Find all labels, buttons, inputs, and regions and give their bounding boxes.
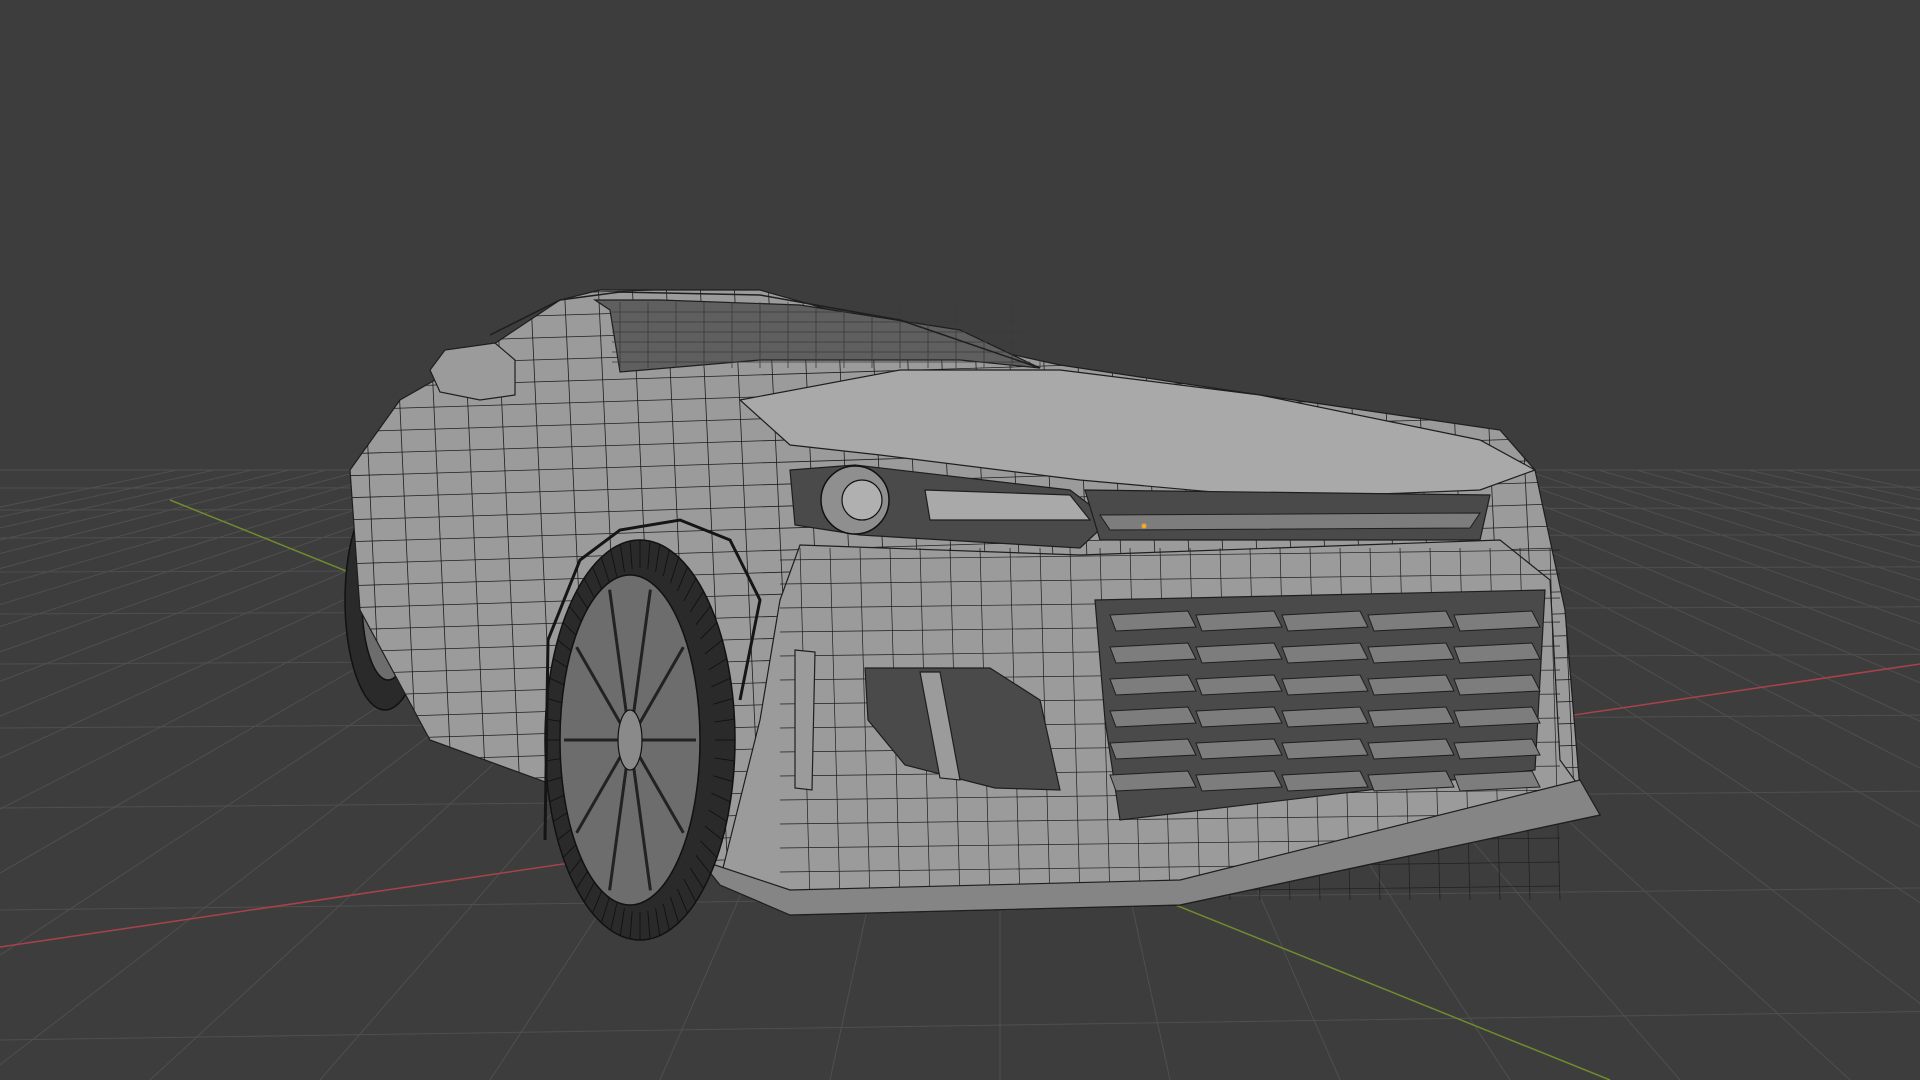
grille-fin (1281, 674, 1369, 696)
grille-fin (1195, 706, 1283, 728)
lower-grille[interactable] (1094, 589, 1546, 821)
selected-vertex (1141, 523, 1147, 529)
drl-strip (924, 489, 1092, 521)
grid-line (1747, 469, 1920, 511)
grid-line (1822, 469, 1920, 491)
side-mirror[interactable] (429, 342, 516, 401)
grid-line (1598, 469, 1920, 563)
grid-line (0, 469, 215, 518)
grille-fin (1109, 770, 1197, 792)
mesh-edge (350, 290, 1600, 323)
grille-fin (1281, 770, 1369, 792)
grid-line (1635, 469, 1920, 548)
headlight-lens-inner (841, 479, 883, 521)
grid-line (1785, 469, 1920, 500)
grille-fin (1195, 770, 1283, 792)
grille-fin (1453, 610, 1541, 632)
grille-fin (1281, 706, 1369, 728)
grille-fin (1195, 610, 1283, 632)
3d-viewport[interactable] (0, 0, 1920, 1080)
grid-line (0, 469, 402, 586)
upper-grille-slat (1099, 512, 1481, 531)
grille-fin (1367, 738, 1455, 760)
grille-fin (1367, 642, 1455, 664)
grille-fin (1367, 770, 1455, 792)
fog-light-slot (794, 649, 816, 791)
grid-line (1710, 469, 1920, 522)
wheel-hub (617, 709, 643, 771)
car-model-mesh[interactable] (340, 260, 1620, 941)
grille-fin (1367, 674, 1455, 696)
grille-fin (1367, 706, 1455, 728)
viewport-scene[interactable] (0, 0, 1920, 1080)
grid-line (0, 1011, 1920, 1041)
mesh-edge (1583, 290, 1600, 915)
grille-fin (1109, 610, 1197, 632)
grid-line (0, 469, 365, 570)
grid-line (1673, 469, 1920, 534)
grille-fin (1453, 706, 1541, 728)
grid-line (0, 469, 290, 541)
grille-fin (1281, 738, 1369, 760)
grille-fin (1453, 642, 1541, 664)
grille-fin (1195, 642, 1283, 664)
grille-fin (1367, 610, 1455, 632)
grid-line (0, 469, 327, 555)
upper-grille[interactable] (1084, 489, 1491, 541)
grille-fin (1453, 738, 1541, 760)
front-wheel[interactable] (544, 539, 736, 941)
grille-fin (1109, 706, 1197, 728)
grille-fin (1195, 674, 1283, 696)
grille-fin (1281, 610, 1369, 632)
grille-fin (1453, 770, 1541, 792)
grille-fin (1109, 738, 1197, 760)
mesh-edge (350, 290, 1600, 301)
grid-line (1560, 469, 1920, 581)
grille-fin (1453, 674, 1541, 696)
grille-fin (1109, 642, 1197, 664)
grille-fin (1109, 674, 1197, 696)
grid-line (0, 469, 253, 529)
grille-fin (1281, 642, 1369, 664)
grille-fin (1195, 738, 1283, 760)
